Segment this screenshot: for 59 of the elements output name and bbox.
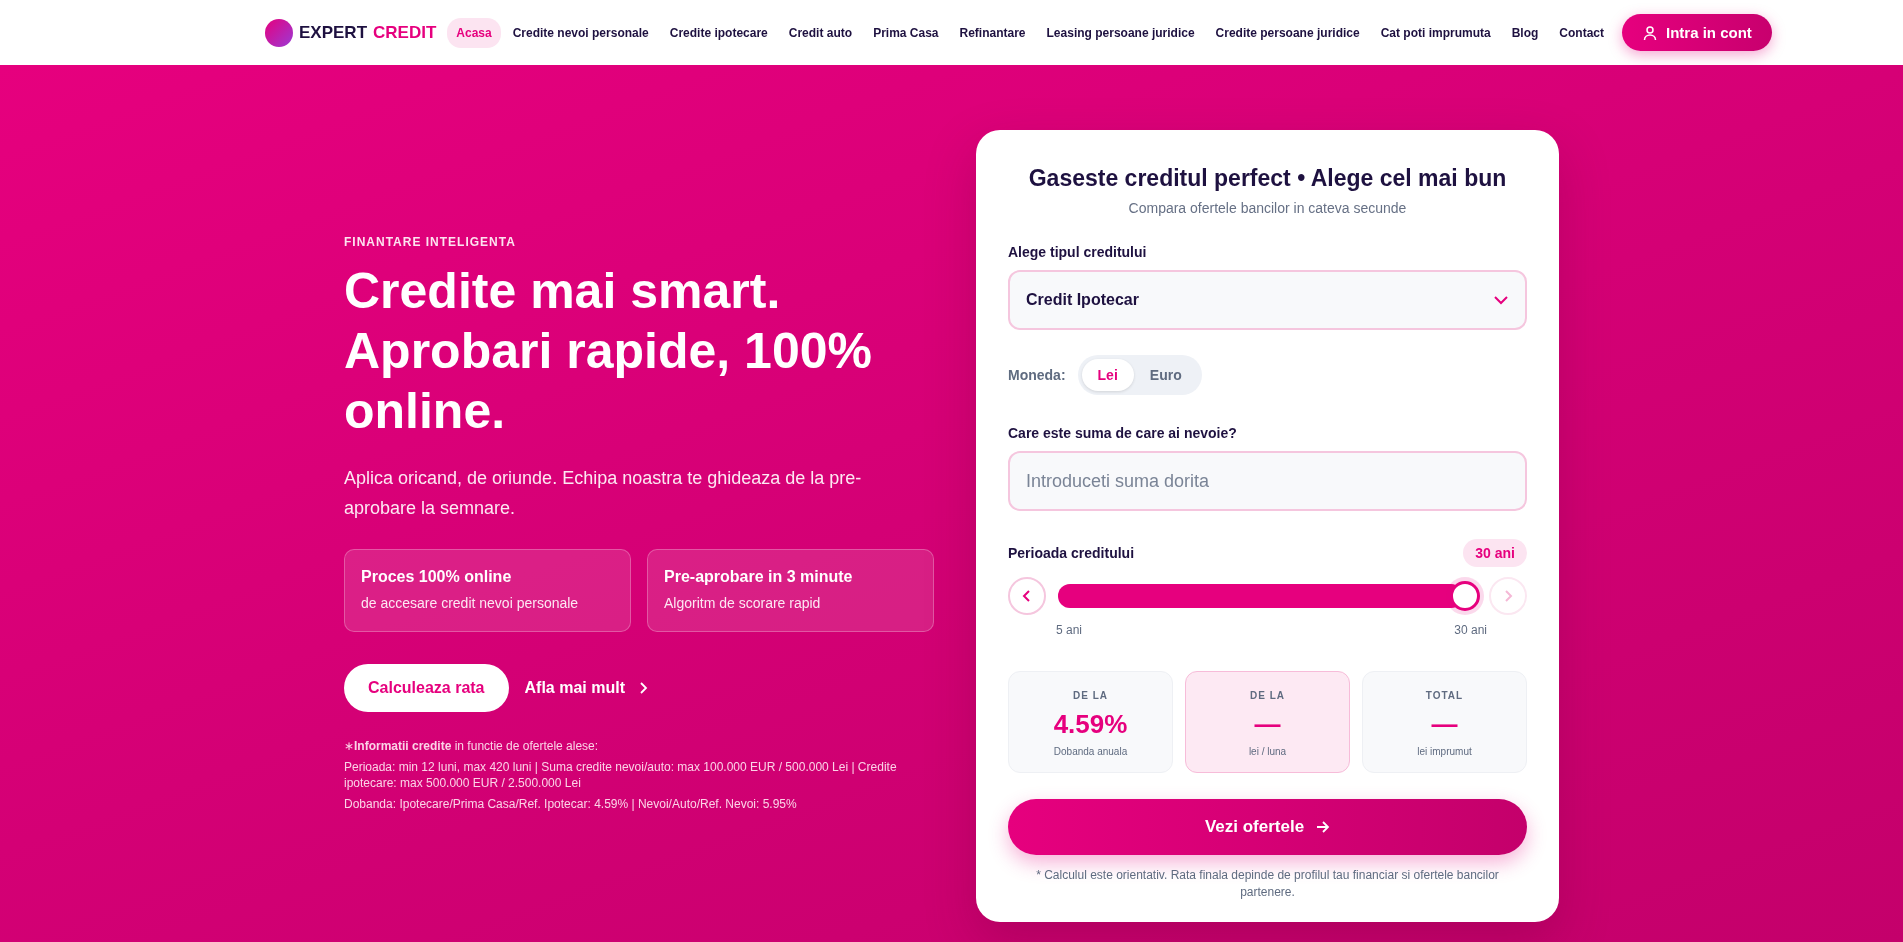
view-offers-button[interactable]: Vezi ofertele — [1008, 799, 1527, 855]
nav-link[interactable]: Acasa — [447, 17, 501, 48]
field-label: Care este suma de care ai nevoie? — [1008, 425, 1238, 441]
credit-type-dropdown[interactable]: Credit Ipotecar — [1008, 270, 1527, 330]
eyebrow-label: FINANTARE INTELIGENTA — [344, 235, 517, 249]
hero-lead: Aplica oricand, de oriunde. Echipa noastra te ghideaza de la pre-aprobare la semnare. — [344, 467, 863, 520]
field-label: Perioada creditului — [1008, 545, 1135, 561]
nav-link[interactable]: Credite ipotecare — [660, 17, 777, 48]
nav-link[interactable]: Credite nevoi personale — [503, 17, 658, 48]
nav-link[interactable]: Credite persoane juridice — [1206, 17, 1369, 48]
info-note: ∗Informatii credite in functie de ofertele alese: — [344, 738, 600, 754]
nav-link[interactable]: Leasing persoane juridice — [1037, 17, 1204, 48]
stat-value: — — [1430, 709, 1459, 740]
currency-label: Moneda: — [1008, 367, 1066, 383]
nav-link[interactable]: Prima Casa — [864, 17, 948, 48]
feature-text: de accesare credit nevoi personale — [361, 595, 580, 611]
currency-option[interactable]: Lei — [1081, 359, 1134, 391]
period-slider[interactable] — [1058, 579, 1477, 613]
logo-text[interactable]: CREDIT — [373, 22, 437, 43]
chevron-left-icon — [1022, 589, 1032, 603]
login-button[interactable]: Intra in cont — [1622, 14, 1772, 51]
stat-label: TOTAL — [1424, 690, 1465, 701]
calculator-subtitle: Compara ofertele bancilor in cateva secunde — [1127, 200, 1408, 216]
chevron-down-icon — [1493, 295, 1509, 305]
stat-value: — — [1253, 709, 1282, 740]
logo-circle-icon — [265, 18, 293, 47]
currency-option[interactable]: Euro — [1133, 359, 1198, 391]
stat-caption: lei imprumut — [1416, 746, 1473, 757]
arrow-right-icon — [1316, 820, 1331, 834]
calculate-button[interactable]: Calculeaza rata — [344, 664, 509, 712]
nav-link[interactable]: Refinantare — [950, 17, 1035, 48]
chevron-right-icon — [637, 681, 649, 695]
calculator-title: Gaseste creditul perfect • Alege cel mai bun — [1027, 165, 1508, 192]
stat-caption: lei / luna — [1247, 746, 1288, 757]
slider-min-label: 5 ani — [1056, 623, 1083, 637]
learn-more-link[interactable]: Afla mai mult — [524, 679, 649, 697]
feature-text: Algoritm de scorare rapid — [664, 595, 822, 611]
nav-link[interactable]: Credit auto — [779, 17, 862, 48]
slider-thumb[interactable] — [1450, 581, 1480, 611]
hero-heading: Credite mai smart. Aprobari rapide, 100% online. — [344, 262, 873, 441]
stat-label: DE LA — [1072, 690, 1109, 701]
slider-max-label: 30 ani — [1454, 623, 1487, 637]
feature-title: Pre-aprobare in 3 minute — [664, 568, 854, 586]
info-note: Dobanda: Ipotecare/Prima Casa/Ref. Ipotecar: 4.59% | Nevoi/Auto/Ref. Nevoi: 5.95% — [344, 796, 798, 812]
stat-caption: Dobanda anuala — [1052, 746, 1129, 757]
nav-link[interactable]: Blog — [1502, 17, 1548, 48]
field-label: Alege tipul creditului — [1008, 244, 1148, 260]
info-note: Perioada: min 12 luni, max 420 luni | Suma credite nevoi/auto: max 100.000 EUR / 500.000 Lei | Credite ipotecare: max 500.000 EUR / 2.500.000 Lei — [344, 759, 898, 791]
stat-value: 4.59% — [1052, 709, 1129, 740]
disclaimer-text: * Calculul este orientativ. Rata finala depinde de profilul tau financiar si ofertele bancilor partenere. — [1035, 867, 1500, 901]
nav-link[interactable]: Cat poti imprumuta — [1371, 17, 1500, 48]
chevron-right-icon — [1503, 589, 1513, 603]
feature-title: Proces 100% online — [361, 568, 513, 586]
stat-label: DE LA — [1249, 690, 1286, 701]
nav-link[interactable]: Contact — [1550, 17, 1613, 48]
user-icon — [1642, 24, 1658, 41]
logo-text[interactable]: EXPERT — [299, 22, 368, 43]
period-value-badge: 30 ani — [1463, 539, 1527, 567]
amount-input[interactable]: Introduceti suma dorita — [1008, 451, 1527, 511]
